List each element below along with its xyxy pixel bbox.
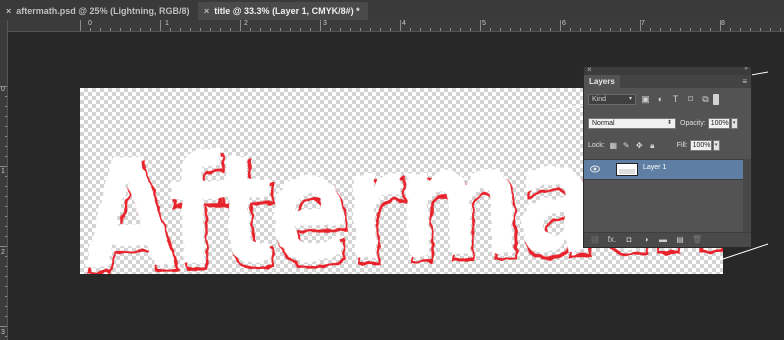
panel-menu-icon[interactable]: ≡ <box>742 77 747 86</box>
eye-icon[interactable] <box>590 165 600 173</box>
layers-panel-toolbar: ⛓ fx. ◘ ◑ ▬ ▤ 🗑︎ <box>584 232 751 247</box>
folder-icon[interactable]: ▬ <box>657 234 669 246</box>
lock-image-pixels-icon[interactable]: ✎ <box>622 141 631 150</box>
panel-tab-row: Layers ≡ <box>584 75 751 88</box>
layers-scrollbar[interactable] <box>743 159 751 233</box>
lock-transparent-pixels-icon[interactable]: ▦ <box>609 141 618 150</box>
opacity-dropdown-button[interactable]: ▾ <box>730 117 738 129</box>
panel-collapse-icon[interactable]: » <box>744 67 748 72</box>
adjustment-icon[interactable]: ◑ <box>640 234 652 246</box>
opacity-label: Opacity: <box>680 119 706 127</box>
fx-icon[interactable]: fx. <box>606 234 618 246</box>
tab-layers[interactable]: Layers <box>584 75 620 88</box>
lock-row: Lock: ▦ ✎ ✥ 🔒︎ Fill: 100% ▾ <box>588 138 747 152</box>
blend-row: Normal ⬍ Opacity: 100% ▾ <box>588 116 747 130</box>
new-layer-icon[interactable]: ▤ <box>674 234 686 246</box>
shape-filter-icon[interactable]: ⌑ <box>685 94 696 105</box>
blend-mode-select[interactable]: Normal ⬍ <box>588 117 676 129</box>
lock-all-icon[interactable]: 🔒︎ <box>648 141 657 150</box>
opacity-input[interactable]: 100% <box>707 117 730 129</box>
filter-toggle-switch[interactable] <box>713 93 719 105</box>
fill-dropdown-button[interactable]: ▾ <box>712 139 720 151</box>
chevron-down-icon: ▾ <box>628 95 632 102</box>
panel-close-icon[interactable]: × <box>587 67 592 74</box>
layer-row[interactable]: Layer 1 <box>584 160 743 180</box>
blend-mode-value: Normal <box>592 119 615 127</box>
trash-icon[interactable]: 🗑︎ <box>691 234 703 246</box>
layer-filter-row: Kind ▾ ▣ ◐ T ⌑ ⧉ <box>588 92 747 106</box>
link-icon[interactable]: ⛓ <box>589 234 601 246</box>
lock-label: Lock: <box>588 141 605 149</box>
lock-position-icon[interactable]: ✥ <box>635 141 644 150</box>
adjustment-filter-icon[interactable]: ◐ <box>655 94 666 105</box>
filter-kind-select[interactable]: Kind ▾ <box>588 93 636 105</box>
mask-icon[interactable]: ◘ <box>623 234 635 246</box>
type-filter-icon[interactable]: T <box>670 94 681 105</box>
layer-name: Layer 1 <box>643 164 667 171</box>
chevron-down-icon: ⬍ <box>666 119 672 126</box>
fill-label: Fill: <box>676 141 688 149</box>
layer-thumbnail <box>616 163 638 176</box>
fill-input[interactable]: 100% <box>689 139 712 151</box>
layer-thumbnail-image <box>617 166 637 175</box>
layers-list: Layer 1 <box>584 159 751 234</box>
pixel-filter-icon[interactable]: ▣ <box>640 94 651 105</box>
panel-header[interactable]: × » <box>584 67 751 75</box>
layers-panel: × » Layers ≡ Kind ▾ ▣ ◐ T ⌑ ⧉ Normal ⬍ O… <box>583 66 752 248</box>
smart-object-filter-icon[interactable]: ⧉ <box>700 94 711 105</box>
photoshop-window: × aftermath.psd @ 25% (Lightning, RGB/8)… <box>0 0 784 340</box>
filter-kind-value: Kind <box>592 95 607 103</box>
